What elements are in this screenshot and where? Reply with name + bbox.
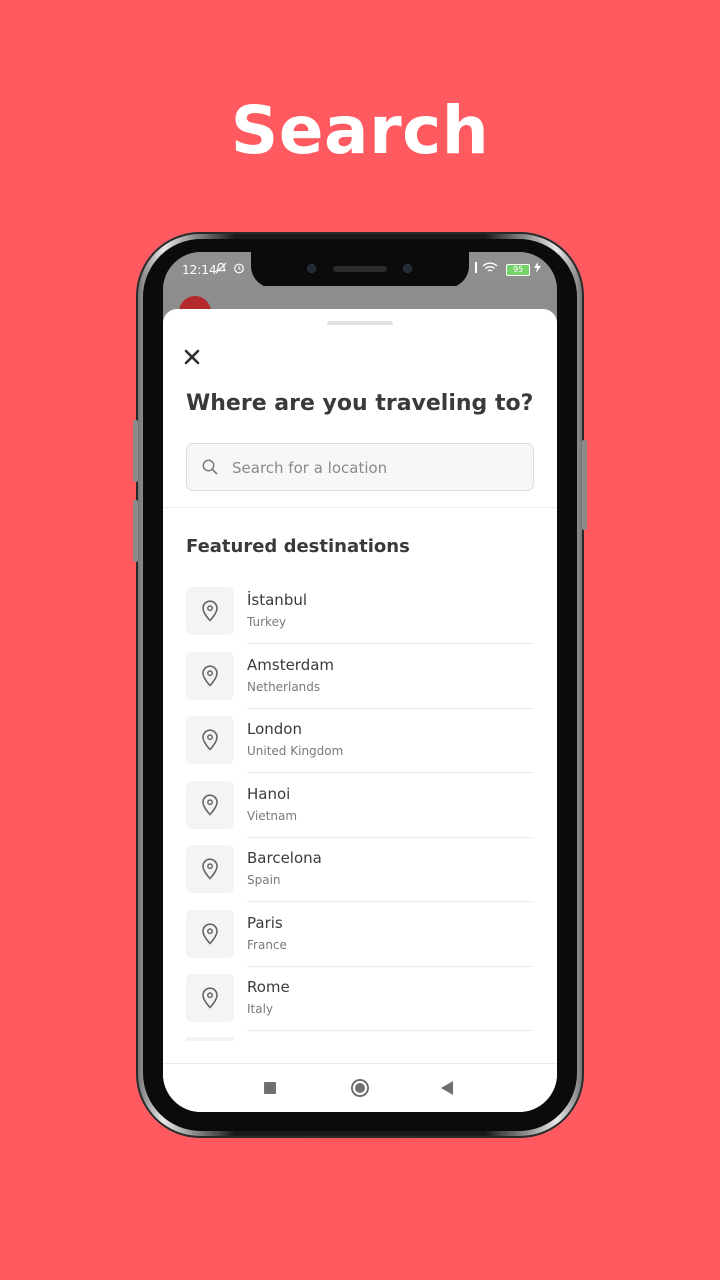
destination-icon-box: [186, 845, 234, 893]
destination-icon-box: [186, 780, 234, 829]
system-nav-bar: [163, 1064, 557, 1112]
destination-name: Hanoi: [247, 784, 291, 803]
battery-indicator: 95: [506, 263, 531, 276]
destination-country: Vietnam: [247, 808, 298, 823]
destination-name: London: [247, 720, 302, 738]
phone-screen: 12:14 95 Where are you traveling to? Sea…: [163, 252, 557, 1112]
location-pin-icon: [202, 922, 218, 945]
destination-item-paris[interactable]: Paris France: [186, 909, 534, 974]
destination-list: İstanbul Turkey Amsterdam Netherlands Lo…: [186, 586, 534, 1038]
phone-power-button: [582, 440, 587, 530]
location-pin-icon: [202, 729, 218, 751]
destination-icon-box: [186, 909, 234, 958]
wifi-icon: [482, 262, 498, 272]
destination-icon-box: [186, 974, 234, 1022]
camera-notch: [251, 252, 469, 288]
featured-destinations-title: Featured destinations: [186, 536, 410, 557]
row-divider: [247, 772, 534, 773]
sheet-drag-handle[interactable]: [327, 321, 393, 325]
search-icon: [202, 459, 218, 475]
next-destination-peek: [186, 1037, 234, 1041]
destination-icon-box: [186, 587, 234, 635]
destination-country: France: [247, 937, 287, 952]
destination-name: İstanbul: [247, 591, 308, 609]
row-divider: [247, 643, 534, 644]
search-bottom-sheet: Where are you traveling to? Featured des…: [163, 309, 557, 1112]
earpiece-speaker: [333, 266, 387, 272]
location-pin-icon: [202, 793, 218, 816]
location-pin-icon: [202, 664, 218, 687]
close-button[interactable]: [184, 345, 208, 369]
section-divider: [163, 507, 557, 508]
destination-icon-box: [186, 716, 234, 764]
signal-icon: [474, 262, 477, 273]
charging-icon: [534, 262, 541, 273]
sheet-title: Where are you traveling to?: [186, 391, 534, 416]
row-divider: [247, 707, 534, 709]
destination-item-barcelona[interactable]: Barcelona Spain: [186, 844, 534, 909]
status-system-icons: 95: [473, 262, 541, 276]
destination-item-rome[interactable]: Rome Italy: [186, 973, 534, 1038]
row-divider: [247, 1030, 534, 1031]
phone-side-button: [133, 420, 138, 482]
back-button[interactable]: [441, 1081, 453, 1095]
close-icon: [184, 349, 200, 365]
phone-side-button: [133, 500, 138, 562]
destination-name: Paris: [247, 913, 283, 932]
destination-country: Turkey: [247, 615, 287, 629]
row-divider: [247, 901, 534, 902]
status-time: 12:14: [182, 263, 217, 277]
destination-name: Amsterdam: [247, 655, 335, 674]
destination-icon-box: [186, 651, 234, 700]
destination-item-london[interactable]: London United Kingdom: [186, 715, 534, 780]
destination-item-amsterdam[interactable]: Amsterdam Netherlands: [186, 651, 534, 716]
destination-country: Netherlands: [247, 679, 321, 694]
status-notification-icons: [215, 262, 245, 277]
destination-name: Barcelona: [247, 849, 322, 867]
destination-item-istanbul[interactable]: İstanbul Turkey: [186, 586, 534, 651]
location-pin-icon: [202, 600, 218, 622]
bell-off-icon: [215, 262, 227, 274]
destination-item-hanoi[interactable]: Hanoi Vietnam: [186, 780, 534, 845]
alarm-icon: [233, 263, 244, 274]
destination-name: Rome: [247, 978, 290, 996]
location-pin-icon: [202, 987, 218, 1009]
destination-country: United Kingdom: [247, 744, 344, 758]
front-sensor: [403, 264, 412, 273]
destination-country: Spain: [247, 873, 281, 887]
row-divider: [247, 836, 534, 838]
destination-country: Italy: [247, 1002, 274, 1016]
promo-headline: Search: [230, 92, 490, 169]
home-button[interactable]: [351, 1079, 369, 1097]
front-camera: [307, 264, 316, 273]
search-input[interactable]: [230, 444, 524, 492]
search-box[interactable]: [186, 443, 534, 492]
location-pin-icon: [202, 858, 218, 880]
recent-apps-button[interactable]: [264, 1082, 276, 1094]
row-divider: [247, 965, 534, 967]
